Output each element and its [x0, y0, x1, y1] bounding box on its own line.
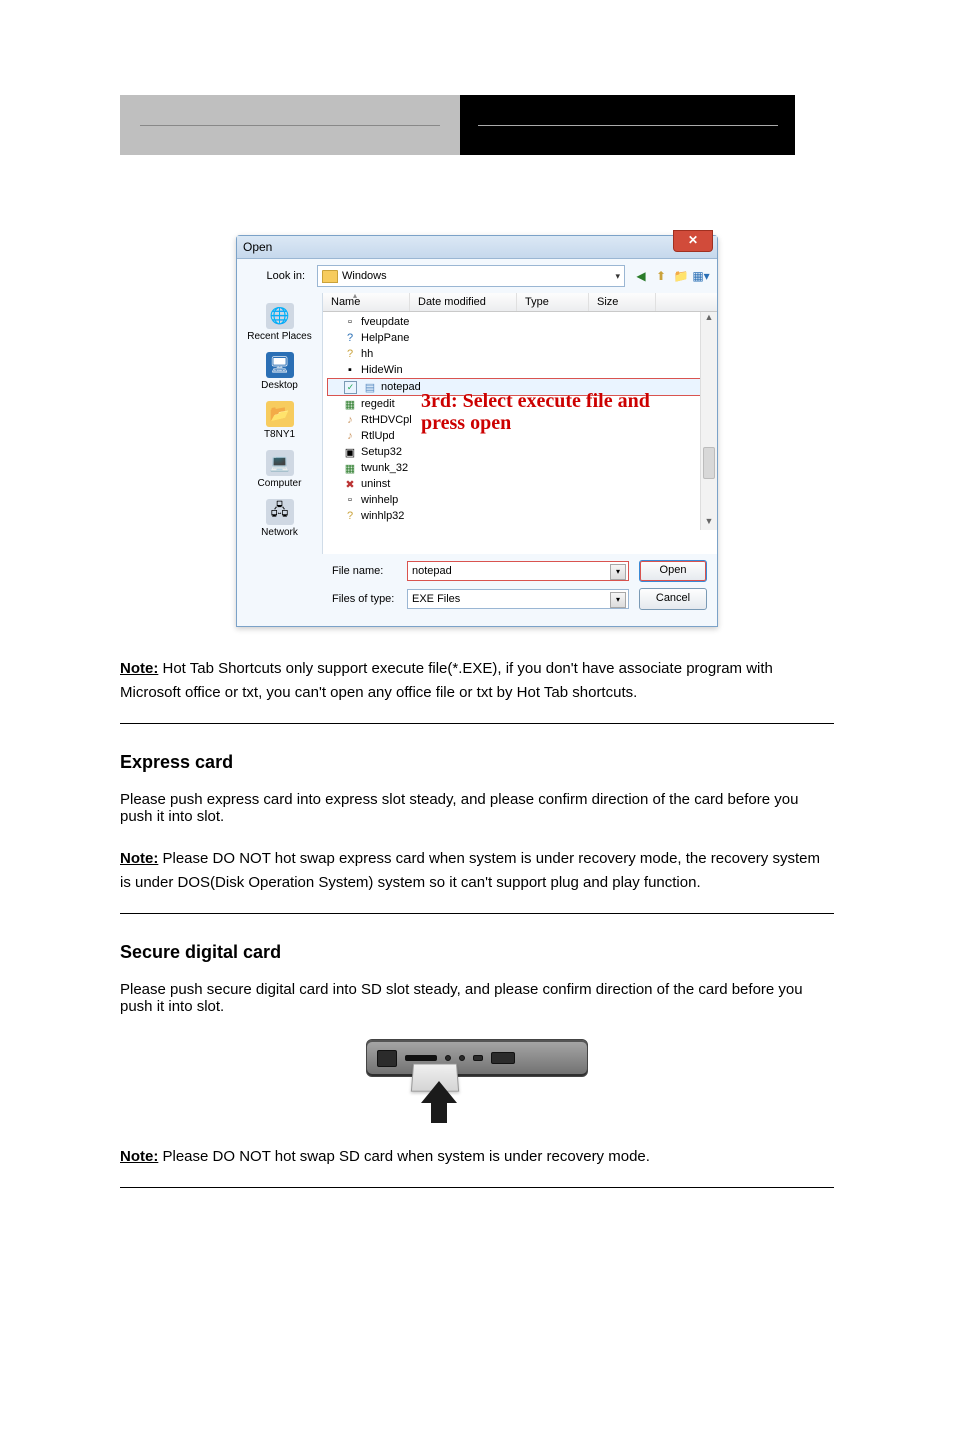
- lan-port-icon: [377, 1050, 397, 1067]
- open-dialog-screenshot: Open ✕ Look in: Windows ▾ ◀ ⬆ 📁 ▦▾: [0, 235, 954, 627]
- divider: [120, 1187, 834, 1188]
- note-paragraph-3: Note: Please DO NOT hot swap SD card whe…: [120, 1145, 834, 1169]
- column-headers[interactable]: Name Date modified Type Size: [323, 293, 717, 312]
- note-label: Note:: [120, 1148, 158, 1165]
- section-sd-card: Secure digital card: [120, 942, 834, 963]
- places-bar: 🌐Recent Places 🖥Desktop 📂T8NY1 💻Computer…: [237, 293, 323, 554]
- file-item[interactable]: ▫fveupdate: [323, 314, 717, 330]
- file-item[interactable]: ♪RtHDVCpl: [323, 412, 717, 428]
- sd-card-text: Please push secure digital card into SD …: [120, 981, 834, 1015]
- section-express-card: Express card: [120, 752, 834, 773]
- col-name[interactable]: Name: [323, 293, 410, 311]
- place-computer[interactable]: 💻Computer: [237, 450, 322, 489]
- col-date[interactable]: Date modified: [410, 293, 517, 311]
- file-item[interactable]: ?HelpPane: [323, 330, 717, 346]
- filetype-label: Files of type:: [332, 593, 397, 605]
- up-one-level-icon[interactable]: ⬆: [653, 268, 669, 284]
- file-list: ▫fveupdate ?HelpPane ?hh ▪HideWin ✓▤note…: [323, 312, 717, 530]
- file-item[interactable]: ▣Setup32: [323, 444, 717, 460]
- port-icon: [491, 1052, 515, 1064]
- lookin-label: Look in:: [245, 270, 309, 282]
- port-icon: [445, 1055, 451, 1061]
- close-button[interactable]: ✕: [673, 230, 713, 252]
- note-label: Note:: [120, 850, 158, 867]
- arrow-up-icon: [421, 1081, 457, 1103]
- scroll-down-icon[interactable]: ▼: [701, 516, 717, 530]
- views-icon[interactable]: ▦▾: [693, 268, 709, 284]
- place-network[interactable]: 🖧Network: [237, 499, 322, 538]
- file-item[interactable]: ▦regedit: [323, 396, 717, 412]
- header-left-bar: [120, 95, 460, 155]
- file-item[interactable]: ?hh: [323, 346, 717, 362]
- filename-input[interactable]: notepad ▾: [407, 561, 629, 581]
- open-button[interactable]: Open: [639, 560, 707, 582]
- port-icon: [459, 1055, 465, 1061]
- place-desktop[interactable]: 🖥Desktop: [237, 352, 322, 391]
- vertical-scrollbar[interactable]: ▲ ▼: [700, 312, 717, 530]
- note-label: Note:: [120, 660, 158, 677]
- file-item[interactable]: ♪RtlUpd: [323, 428, 717, 444]
- header-right-bar: [460, 95, 795, 155]
- filename-label: File name:: [332, 565, 397, 577]
- place-user[interactable]: 📂T8NY1: [237, 401, 322, 440]
- sd-insert-illustration: [357, 1039, 597, 1123]
- file-item[interactable]: ▪HideWin: [323, 362, 717, 378]
- divider: [120, 723, 834, 724]
- scroll-up-icon[interactable]: ▲: [701, 312, 717, 326]
- page-header: [0, 95, 954, 155]
- express-card-text: Please push express card into express sl…: [120, 791, 834, 825]
- place-recent[interactable]: 🌐Recent Places: [237, 303, 322, 342]
- cancel-button[interactable]: Cancel: [639, 588, 707, 610]
- dialog-title: Open: [243, 240, 272, 254]
- lookin-value: Windows: [342, 270, 387, 282]
- file-item[interactable]: ▦twunk_32: [323, 460, 717, 476]
- scroll-thumb[interactable]: [703, 447, 715, 479]
- file-item[interactable]: ✖uninst: [323, 476, 717, 492]
- chevron-down-icon[interactable]: ▾: [610, 564, 626, 580]
- file-item[interactable]: ?winhlp32: [323, 508, 717, 524]
- note-paragraph-2: Note: Please DO NOT hot swap express car…: [120, 847, 834, 895]
- chevron-down-icon: ▾: [615, 271, 620, 282]
- port-icon: [473, 1055, 483, 1061]
- back-icon[interactable]: ◀: [633, 268, 649, 284]
- checkbox-icon: ✓: [344, 381, 357, 394]
- open-dialog: Open ✕ Look in: Windows ▾ ◀ ⬆ 📁 ▦▾: [236, 235, 718, 627]
- sd-slot-icon: [405, 1055, 437, 1061]
- new-folder-icon[interactable]: 📁: [673, 268, 689, 284]
- col-size[interactable]: Size: [589, 293, 656, 311]
- file-item[interactable]: ▫winhelp: [323, 492, 717, 508]
- dialog-titlebar: Open ✕: [237, 236, 717, 259]
- lookin-dropdown[interactable]: Windows ▾: [317, 265, 625, 287]
- chevron-down-icon[interactable]: ▾: [610, 592, 626, 608]
- folder-icon: [322, 270, 338, 283]
- arrow-stem: [431, 1103, 447, 1123]
- filetype-dropdown[interactable]: EXE Files ▾: [407, 589, 629, 609]
- device-outline: [366, 1039, 588, 1077]
- col-type[interactable]: Type: [517, 293, 589, 311]
- file-item-selected[interactable]: ✓▤notepad: [327, 378, 713, 396]
- divider: [120, 913, 834, 914]
- note-paragraph-1: Note: Hot Tab Shortcuts only support exe…: [120, 657, 834, 705]
